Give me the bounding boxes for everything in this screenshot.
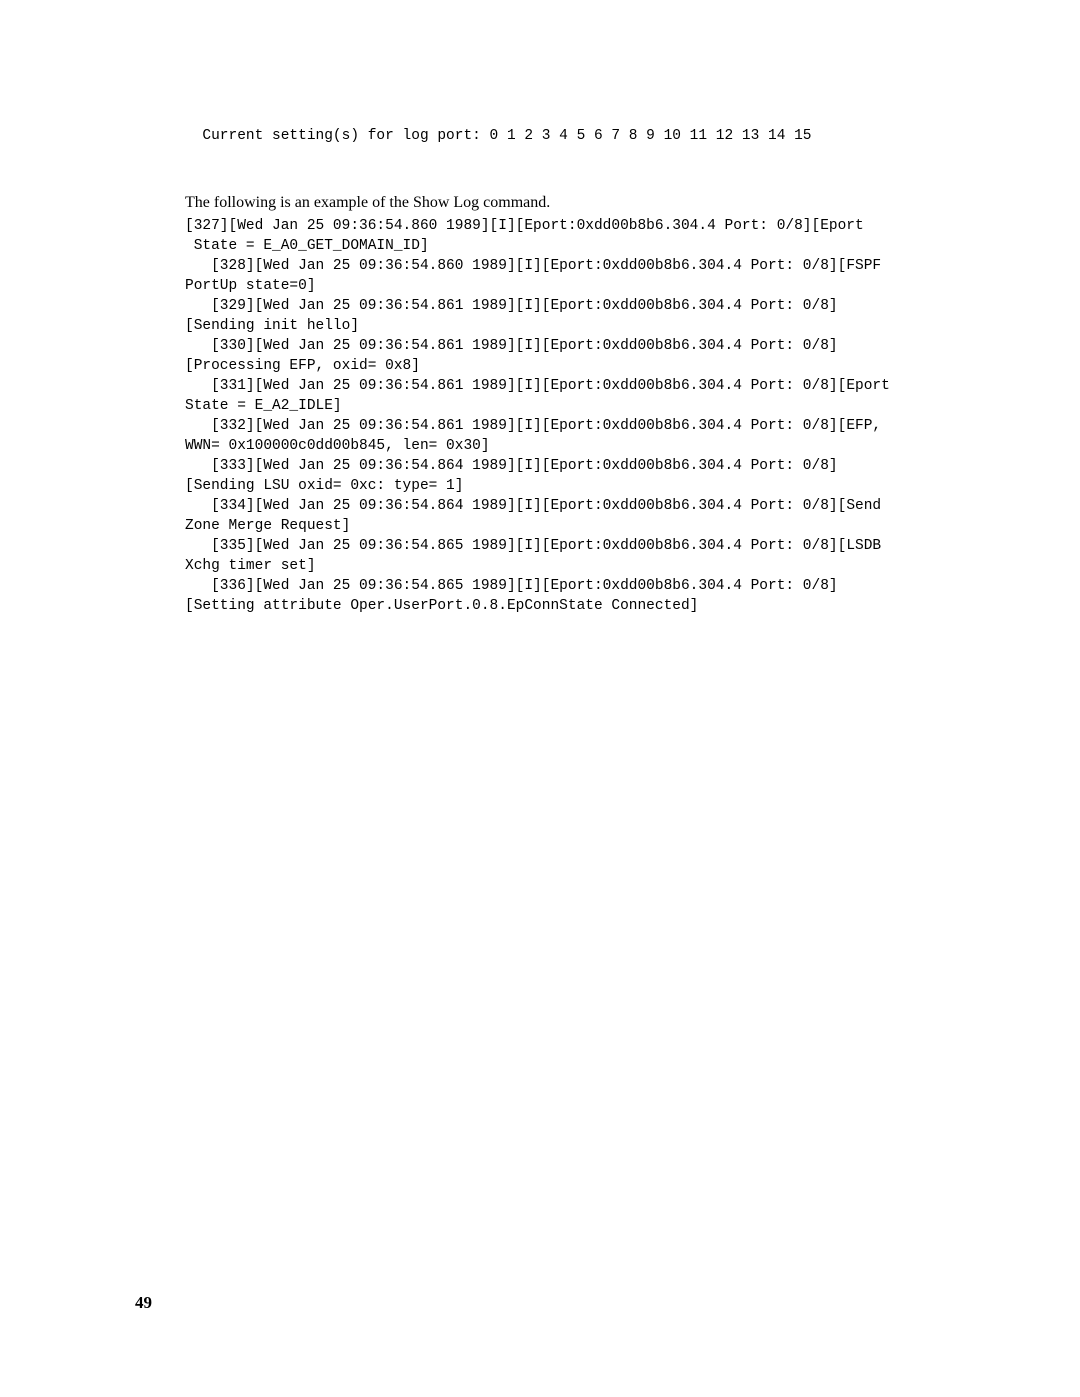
page-number: 49 <box>135 1293 152 1313</box>
intro-text: The following is an example of the Show … <box>185 194 900 212</box>
log-output: [327][Wed Jan 25 09:36:54.860 1989][I][E… <box>185 216 900 616</box>
settings-line: Current setting(s) for log port: 0 1 2 3… <box>185 126 900 146</box>
document-page: Current setting(s) for log port: 0 1 2 3… <box>0 0 1080 616</box>
